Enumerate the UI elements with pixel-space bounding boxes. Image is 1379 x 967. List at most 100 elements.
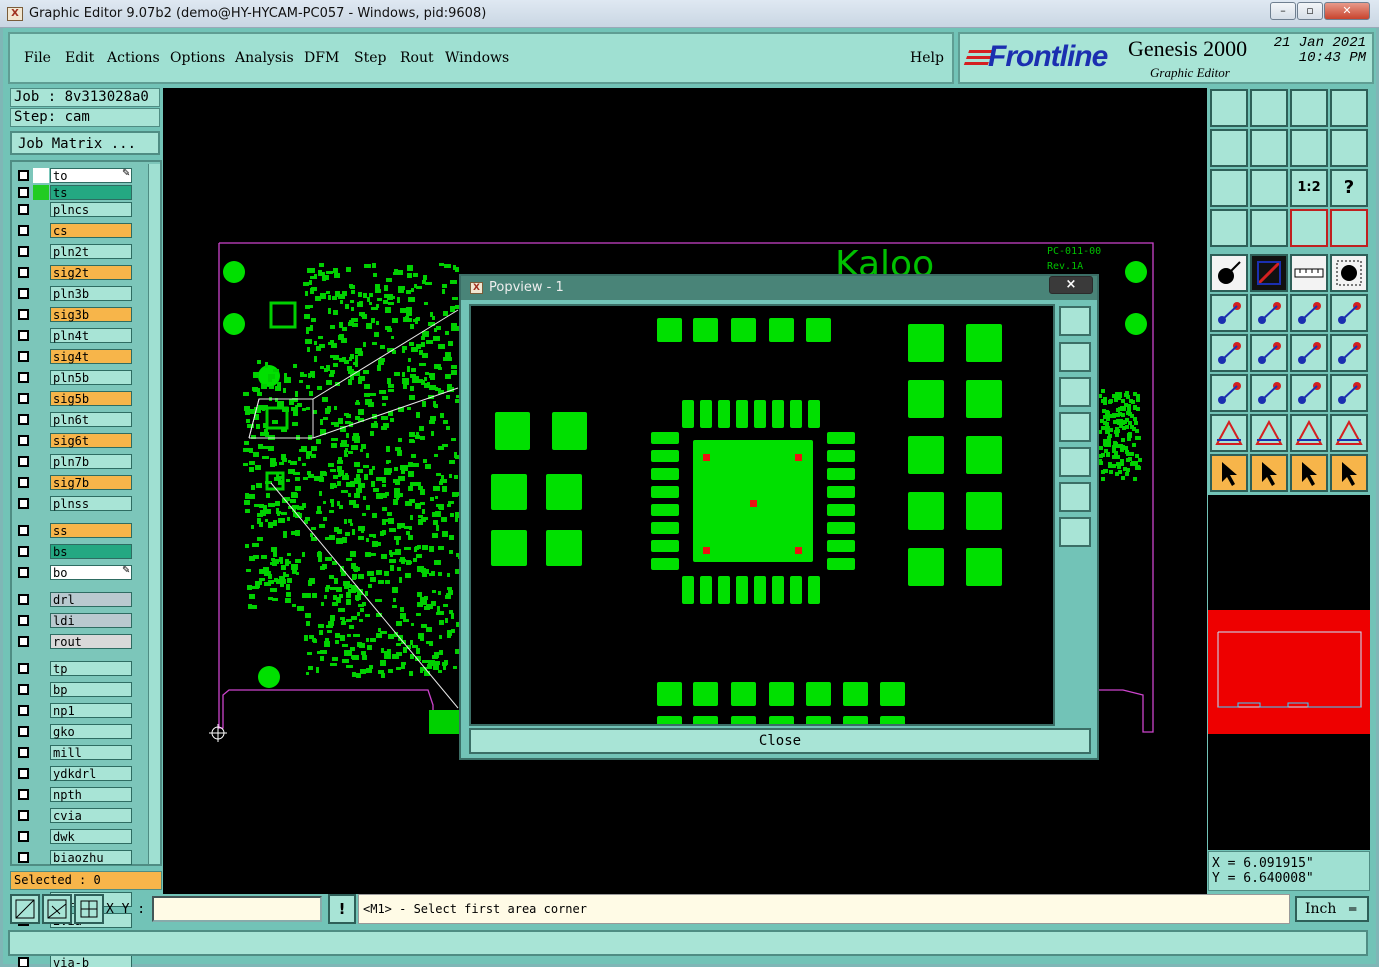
layer-checkbox[interactable] xyxy=(18,852,29,863)
menu-rout[interactable]: Rout xyxy=(400,50,434,66)
layer-checkbox[interactable] xyxy=(18,615,29,626)
popview-zoom-fit-icon[interactable] xyxy=(1059,517,1091,547)
triangle-4-icon[interactable] xyxy=(1330,414,1368,452)
pointer-path-icon[interactable] xyxy=(1330,454,1368,492)
layer-row-to[interactable]: to ✎ xyxy=(16,168,134,183)
add-pad-icon[interactable] xyxy=(1330,294,1368,332)
layer-name[interactable]: sig7b xyxy=(50,475,132,490)
mirror-text-icon[interactable] xyxy=(1330,334,1368,372)
layer-checkbox[interactable] xyxy=(18,636,29,647)
layer-checkbox[interactable] xyxy=(18,225,29,236)
measure-pad-icon[interactable] xyxy=(1250,209,1288,247)
layer-checkbox[interactable] xyxy=(18,170,29,181)
layer-checkbox[interactable] xyxy=(18,957,29,967)
layer-row-ss[interactable]: ss xyxy=(16,523,134,538)
layer-name[interactable]: np1 xyxy=(50,703,132,718)
layer-name[interactable]: dwk xyxy=(50,829,132,844)
fit-icon[interactable] xyxy=(1210,169,1248,207)
layer-name[interactable]: ldi xyxy=(50,613,132,628)
layer-row-sig5b[interactable]: sig5b xyxy=(16,391,134,406)
layer-row-sig2t[interactable]: sig2t xyxy=(16,265,134,280)
popview-title-bar[interactable]: X Popview - 1 × xyxy=(461,276,1097,300)
layer-name[interactable]: to xyxy=(50,168,132,183)
menu-dfm[interactable]: DFM xyxy=(304,50,339,66)
layer-name[interactable]: pln7b xyxy=(50,454,132,469)
layer-row-bs[interactable]: bs xyxy=(16,544,134,559)
layer-name[interactable]: biaozhu xyxy=(50,850,132,865)
popview-close-x-button[interactable]: × xyxy=(1049,276,1093,294)
popview-pan-right-icon[interactable] xyxy=(1059,447,1091,477)
layer-checkbox[interactable] xyxy=(18,747,29,758)
xy-input[interactable] xyxy=(152,896,322,922)
layer-name[interactable]: sig5b xyxy=(50,391,132,406)
minimap[interactable] xyxy=(1208,495,1370,850)
scale-1to2-icon[interactable]: 1:2 xyxy=(1290,169,1328,207)
layer-color-swatch[interactable] xyxy=(33,168,49,183)
redo-icon[interactable] xyxy=(1330,129,1368,167)
layer-name[interactable]: bp xyxy=(50,682,132,697)
layer-name[interactable]: plnss xyxy=(50,496,132,511)
layer-row-via-b[interactable]: via-b xyxy=(16,955,134,967)
layer-checkbox[interactable] xyxy=(18,684,29,695)
snap-cross-icon[interactable] xyxy=(74,894,104,924)
snap-grid-icon[interactable] xyxy=(10,894,40,924)
layer-row-bo[interactable]: bo ✎ xyxy=(16,565,134,580)
layer-name[interactable]: sig2t xyxy=(50,265,132,280)
rotate-icon[interactable] xyxy=(1290,334,1328,372)
layer-row-sig6t[interactable]: sig6t xyxy=(16,433,134,448)
job-matrix-button[interactable]: Job Matrix ... xyxy=(10,131,160,155)
menu-step[interactable]: Step xyxy=(354,50,386,66)
layer-checkbox[interactable] xyxy=(18,705,29,716)
popview-zoom-window-icon[interactable] xyxy=(1059,306,1091,336)
layer-checkbox[interactable] xyxy=(18,498,29,509)
layer-name[interactable]: bs xyxy=(50,544,132,559)
delete-icon[interactable] xyxy=(1250,294,1288,332)
zoom-fit-icon[interactable] xyxy=(1250,169,1288,207)
add-line-icon[interactable] xyxy=(1290,294,1328,332)
layer-checkbox[interactable] xyxy=(18,810,29,821)
layer-row-pln6t[interactable]: pln6t xyxy=(16,412,134,427)
layer-row-cvia[interactable]: cvia xyxy=(16,808,134,823)
layer-scrollbar[interactable] xyxy=(148,164,160,864)
layer-row-sig7b[interactable]: sig7b xyxy=(16,475,134,490)
layer-name[interactable]: tp xyxy=(50,661,132,676)
exclamation-button[interactable]: ! xyxy=(328,894,356,924)
menu-file[interactable]: File xyxy=(24,50,51,66)
layer-checkbox[interactable] xyxy=(18,477,29,488)
zoom-right-icon[interactable] xyxy=(1250,129,1288,167)
layer-row-ldi[interactable]: ldi xyxy=(16,613,134,628)
dash-icon[interactable] xyxy=(1250,374,1288,412)
layer-checkbox[interactable] xyxy=(18,414,29,425)
window-close-button[interactable]: ✕ xyxy=(1324,2,1370,20)
layer-checkbox[interactable] xyxy=(18,330,29,341)
layer-name[interactable]: plncs xyxy=(50,202,132,217)
layer-row-cs[interactable]: cs xyxy=(16,223,134,238)
layer-checkbox[interactable] xyxy=(18,546,29,557)
layer-row-biaozhu[interactable]: biaozhu xyxy=(16,850,134,865)
net-highlight-2-icon[interactable] xyxy=(1330,209,1368,247)
triangle-3-icon[interactable] xyxy=(1290,414,1328,452)
view-top-icon[interactable] xyxy=(1210,89,1248,127)
layer-checkbox[interactable] xyxy=(18,768,29,779)
menu-windows[interactable]: Windows xyxy=(445,50,509,66)
layer-name[interactable]: pln6t xyxy=(50,412,132,427)
pad-select-icon[interactable] xyxy=(1210,254,1248,292)
layer-name[interactable]: via-b xyxy=(50,955,132,967)
menu-options[interactable]: Options xyxy=(170,50,225,66)
layer-row-sig4t[interactable]: sig4t xyxy=(16,349,134,364)
popview-close-button[interactable]: Close xyxy=(469,728,1091,754)
round-pad-icon[interactable] xyxy=(1330,254,1368,292)
layer-checkbox[interactable] xyxy=(18,288,29,299)
layer-color-swatch[interactable] xyxy=(33,185,49,200)
pointer-box-icon[interactable] xyxy=(1250,454,1288,492)
layer-row-dwk[interactable]: dwk xyxy=(16,829,134,844)
snap-pad-icon[interactable] xyxy=(1210,374,1248,412)
popview-pan-up-icon[interactable] xyxy=(1059,342,1091,372)
net-highlight-icon[interactable] xyxy=(1290,209,1328,247)
layer-checkbox[interactable] xyxy=(18,525,29,536)
layer-row-pln7b[interactable]: pln7b xyxy=(16,454,134,469)
layer-name[interactable]: gko xyxy=(50,724,132,739)
layer-name[interactable]: pln4t xyxy=(50,328,132,343)
layer-checkbox[interactable] xyxy=(18,204,29,215)
units-select[interactable]: Inch ═ xyxy=(1295,896,1369,922)
